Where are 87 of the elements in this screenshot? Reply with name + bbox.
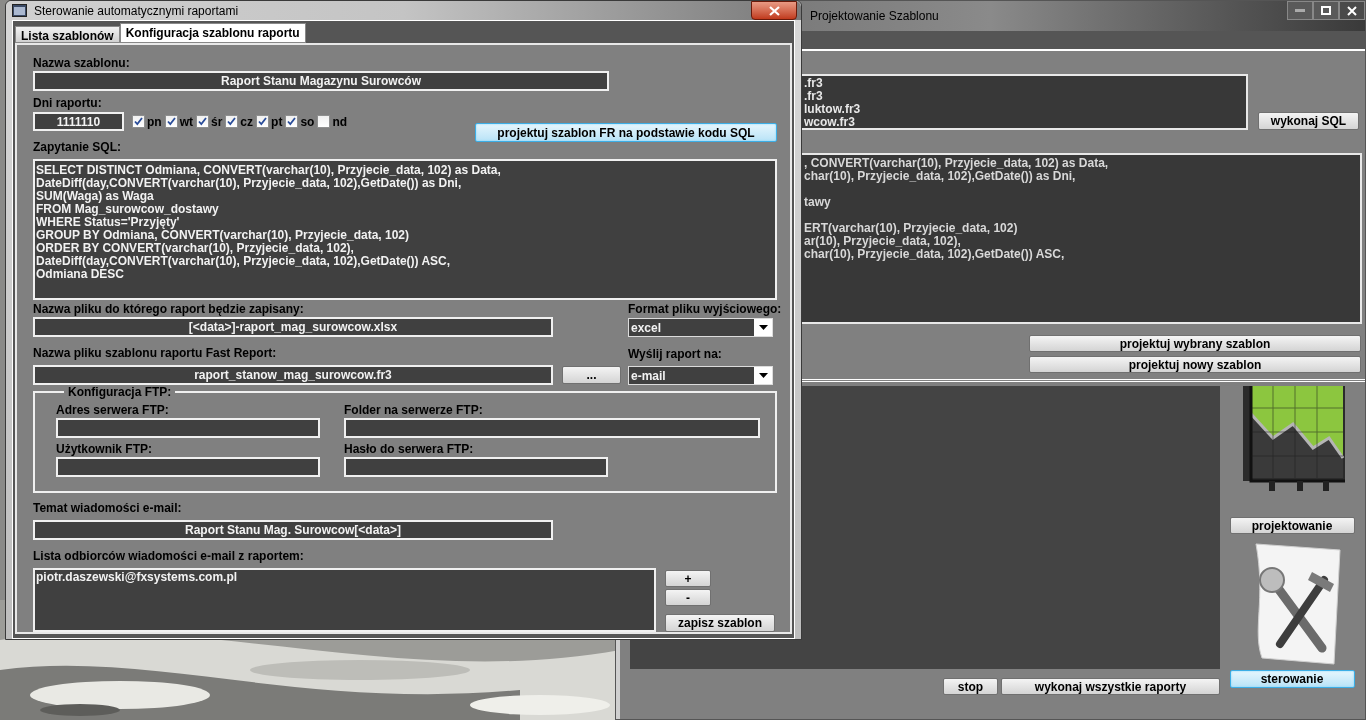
field-label: Temat wiadomości e-mail: [33, 501, 182, 515]
list-item[interactable]: wcow.fr3 [804, 116, 1246, 129]
remove-button[interactable]: - [665, 589, 711, 606]
field-label: Nazwa pliku szablonu raportu Fast Report: [33, 346, 277, 360]
code-line: ERT(varchar(10), Przyjecie_data, 102) [804, 222, 1019, 235]
input-field[interactable]: [<data>]-raport_mag_surowcow.xlsx [33, 317, 553, 337]
field-label: Dni raportu: [33, 96, 103, 110]
save-button[interactable]: zapisz szablon [665, 614, 775, 632]
code-line: ORDER BY CONVERT(varchar(10), Przyjecie_data, 102), [36, 242, 354, 255]
code-line: char(10), Przyjecie_data, 102),GetDate()) ASC, [804, 248, 1066, 261]
checkbox-label: pn [147, 114, 162, 129]
checkbox[interactable] [225, 115, 239, 128]
checkbox-label: cz [240, 114, 254, 129]
checkbox-label: nd [332, 114, 348, 129]
field-label: Folder na serwerze FTP: [344, 403, 484, 417]
field-label: Nazwa szablonu: [33, 56, 131, 70]
maximize-button[interactable] [1313, 1, 1339, 20]
code-line: char(10), Przyjecie_data, 102),GetDate()) as Dni, [804, 170, 1077, 183]
input-field[interactable]: Raport Stanu Magazynu Surowców [33, 71, 609, 91]
input-field[interactable] [56, 457, 320, 477]
code-line: GROUP BY Odmiana, CONVERT(varchar(10), Przyjecie_data, 102) [36, 229, 411, 242]
design-selected-button[interactable]: projektuj wybrany szablon [1029, 335, 1361, 352]
tab[interactable]: Konfiguracja szablonu raportu [119, 23, 306, 43]
browse-button[interactable]: ... [562, 366, 621, 384]
close-button[interactable] [751, 1, 797, 20]
checkbox[interactable] [317, 115, 331, 128]
field-label: Hasło do serwera FTP: [344, 442, 475, 456]
field-label: Format pliku wyjściowego: [628, 302, 782, 316]
list-item[interactable]: .fr3 [804, 77, 1246, 90]
code-line: FROM Mag_surowcow_dostawy [36, 203, 220, 216]
run-all-button[interactable]: wykonaj wszystkie raporty [1001, 678, 1220, 695]
recipient-list[interactable]: piotr.daszewski@fxsystems.com.pl [33, 568, 656, 632]
close-icon [1347, 5, 1357, 16]
checkbox[interactable] [196, 115, 209, 128]
close-icon [768, 5, 780, 16]
list-item[interactable]: luktow.fr3 [804, 103, 1246, 116]
design-mode-button[interactable]: projektowanie [1229, 517, 1355, 534]
add-button[interactable]: + [665, 570, 711, 587]
design-new-button[interactable]: projektuj nowy szablon [1029, 356, 1361, 373]
code-line: SELECT DISTINCT Odmiana, CONVERT(varchar(10), Przyjecie_data, 102) as Data, [36, 164, 502, 177]
checkbox-label: wt [179, 114, 193, 129]
code-line: SUM(Waga) as Waga [36, 190, 154, 203]
code-line: DateDiff(day,CONVERT(varchar(10), Przyjecie_data, 102),GetDate()) ASC, [36, 255, 452, 268]
minimize-icon [1295, 9, 1305, 12]
dropdown[interactable]: excel [628, 318, 773, 337]
input-field[interactable]: 1111110 [33, 112, 124, 131]
input-field[interactable] [56, 418, 320, 438]
window-title: Projektowanie Szablonu [810, 8, 939, 25]
close-button[interactable] [1339, 1, 1365, 20]
code-line: tawy [804, 196, 832, 209]
input-field[interactable] [344, 418, 760, 438]
field-label: Wyślij raport na: [628, 347, 722, 361]
design-template-button[interactable]: projektuj szablon FR na podstawie kodu SQL [475, 123, 777, 142]
minimize-button[interactable] [1287, 1, 1313, 20]
code-line: WHERE Status='Przyjęty' [36, 216, 180, 229]
code-line: DateDiff(day,CONVERT(varchar(10), Przyjecie_data, 102),GetDate()) as Dni, [36, 177, 463, 190]
field-label: Lista odbiorców wiadomości e-mail z raportem: [33, 549, 304, 563]
list-item[interactable]: piotr.daszewski@fxsystems.com.pl [36, 571, 653, 584]
group-title: Konfiguracja FTP: [67, 384, 173, 401]
field-label: Adres serwera FTP: [56, 403, 170, 417]
sql-editor[interactable] [33, 159, 777, 300]
app-icon [12, 4, 27, 17]
input-field[interactable] [344, 457, 608, 477]
dropdown[interactable]: e-mail [628, 366, 773, 385]
code-line: Odmiana DESC [36, 268, 125, 281]
checkbox[interactable] [256, 115, 270, 128]
checkbox-label: so [300, 114, 315, 129]
window-title: Sterowanie automatycznymi raportami [34, 2, 239, 20]
caret-icon [758, 373, 768, 378]
field-label: Zapytanie SQL: [33, 140, 121, 154]
checkbox[interactable] [132, 115, 145, 128]
input-field[interactable]: raport_stanow_mag_surowcow.fr3 [33, 365, 553, 385]
run-sql-button[interactable]: wykonaj SQL [1258, 112, 1359, 130]
input-field[interactable]: Raport Stanu Mag. Surowcow[<data>] [33, 520, 553, 540]
stop-button[interactable]: stop [943, 678, 998, 695]
tab[interactable]: Lista szablonów [15, 26, 120, 43]
checkbox-label: pt [271, 114, 283, 129]
control-mode-button[interactable]: sterowanie [1229, 670, 1355, 688]
checkbox[interactable] [164, 115, 178, 128]
code-line: , CONVERT(varchar(10), Przyjecie_data, 102) as Data, [804, 157, 1110, 170]
code-line: ar(10), Przyjecie_data, 102), [804, 235, 961, 248]
field-label: Użytkownik FTP: [56, 442, 153, 456]
field-label: Nazwa pliku do którego raport będzie zapisany: [33, 302, 305, 316]
checkbox-label: śr [211, 114, 223, 129]
list-item[interactable]: .fr3 [804, 90, 1246, 103]
maximize-icon [1321, 6, 1331, 15]
checkbox[interactable] [285, 115, 299, 128]
